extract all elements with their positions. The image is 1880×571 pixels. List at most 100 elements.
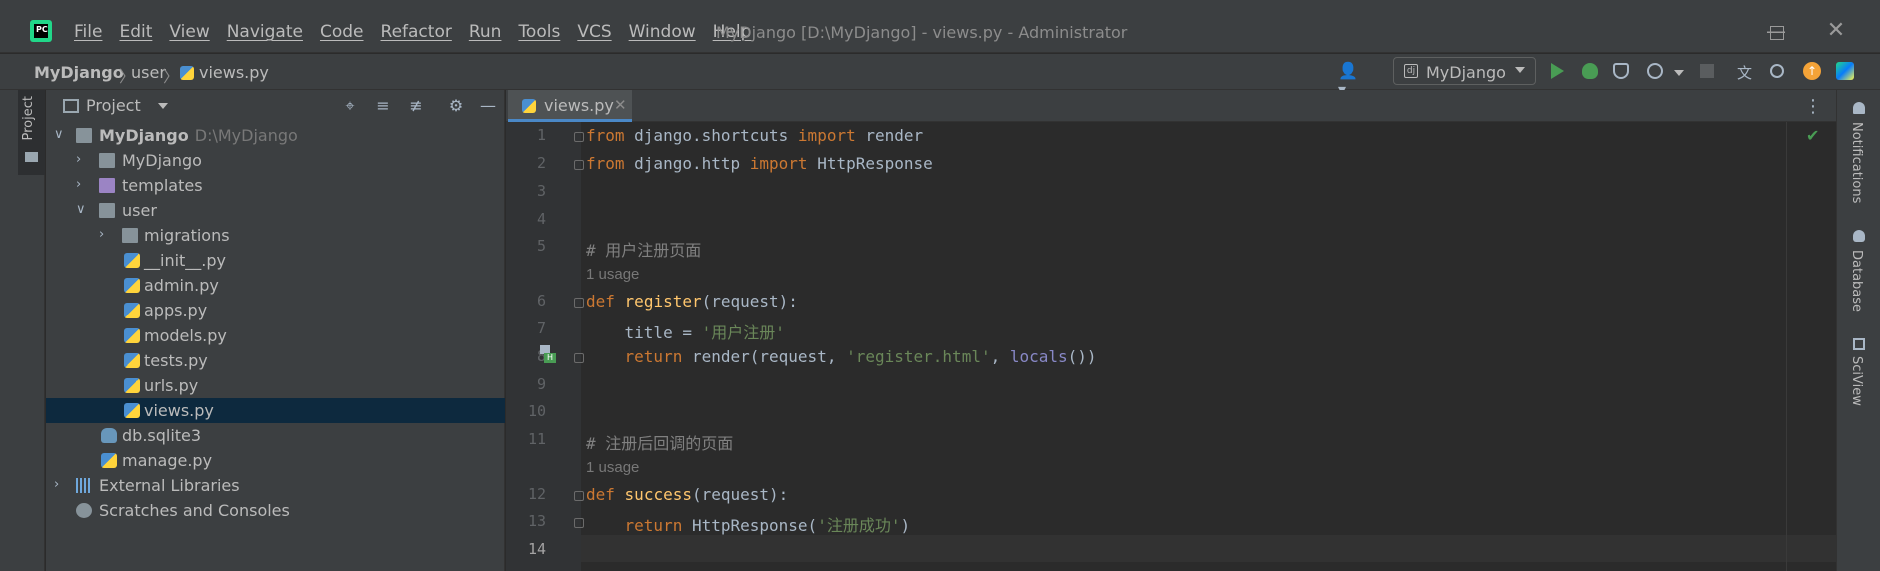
python-file-icon: [124, 403, 140, 418]
window-title: MyDjango [D:\MyDjango] - views.py - Admi…: [716, 23, 1128, 42]
menu-window[interactable]: Window: [629, 22, 696, 42]
python-file-icon: [124, 253, 140, 268]
fold-marker-icon[interactable]: [574, 491, 584, 501]
menu-view[interactable]: View: [169, 22, 209, 42]
chevron-down-icon[interactable]: [158, 103, 168, 109]
project-tool-tab[interactable]: Project: [18, 90, 45, 175]
no-problems-check-icon[interactable]: ✔: [1806, 126, 1819, 145]
python-file-icon: [124, 353, 140, 368]
tree-item-admin-py[interactable]: admin.py: [46, 273, 505, 298]
database-tab[interactable]: Database: [1849, 250, 1864, 312]
close-button[interactable]: ✕: [1823, 18, 1849, 44]
menu-run[interactable]: Run: [469, 22, 502, 42]
run-configuration-select[interactable]: dj MyDjango: [1393, 57, 1536, 85]
debug-icon[interactable]: [1582, 63, 1598, 79]
project-tool-tab-label: Project: [21, 96, 36, 141]
chevron-right-icon[interactable]: ›: [76, 177, 81, 192]
sciview-icon: [1853, 338, 1865, 350]
tree-item-views-py[interactable]: views.py: [46, 398, 505, 423]
gear-icon[interactable]: ⚙: [446, 96, 466, 116]
tree-item-label: tests.py: [144, 351, 208, 370]
user-account-icon[interactable]: 👤▾: [1338, 61, 1360, 99]
editor-tab-views-py[interactable]: views.py ✕: [508, 90, 632, 122]
pycharm-logo-icon: PC: [30, 20, 52, 42]
line-number: 12: [527, 485, 546, 503]
coverage-icon[interactable]: [1613, 63, 1629, 79]
hide-panel-icon[interactable]: —: [478, 96, 498, 116]
tree-item-manage-py[interactable]: manage.py: [46, 448, 505, 473]
chevron-down-icon[interactable]: ∨: [76, 202, 86, 217]
sciview-tab[interactable]: SciView: [1849, 356, 1864, 406]
scratches-icon: [76, 503, 92, 518]
breadcrumb-project[interactable]: MyDjango: [34, 63, 124, 82]
left-edge: [0, 90, 18, 571]
package-folder-icon: [99, 203, 115, 218]
close-tab-icon[interactable]: ✕: [614, 96, 627, 114]
breadcrumb-file[interactable]: views.py: [199, 63, 269, 82]
menu-file[interactable]: File: [74, 22, 102, 42]
fold-marker-icon[interactable]: [574, 298, 584, 308]
project-panel-title[interactable]: Project: [86, 96, 141, 115]
chevron-right-icon[interactable]: ›: [76, 152, 81, 167]
usage-hint[interactable]: 1 usage: [586, 266, 639, 283]
tree-item-scratches[interactable]: Scratches and Consoles: [46, 498, 505, 523]
menu-edit[interactable]: Edit: [119, 22, 152, 42]
breadcrumb-folder[interactable]: user: [131, 63, 166, 82]
profiler-icon[interactable]: [1647, 63, 1663, 79]
expand-all-icon[interactable]: ≡: [373, 96, 393, 116]
update-icon[interactable]: ↑: [1803, 62, 1821, 80]
tree-item-project-root[interactable]: ∨ MyDjango D:\MyDjango: [46, 123, 505, 148]
current-line-highlight: [581, 535, 1836, 562]
tree-item-migrations[interactable]: › migrations: [46, 223, 505, 248]
tree-item-user[interactable]: ∨ user: [46, 198, 505, 223]
menu-vcs[interactable]: VCS: [577, 22, 611, 42]
more-run-options-icon[interactable]: [1674, 70, 1684, 76]
menu-navigate[interactable]: Navigate: [227, 22, 303, 42]
tree-item-models-py[interactable]: models.py: [46, 323, 505, 348]
templates-folder-icon: [99, 178, 115, 193]
tree-item-mydjango-package[interactable]: › MyDjango: [46, 148, 505, 173]
tree-item-apps-py[interactable]: apps.py: [46, 298, 505, 323]
notifications-tab[interactable]: Notifications: [1849, 122, 1864, 203]
chevron-right-icon[interactable]: ›: [54, 477, 59, 492]
menu-code[interactable]: Code: [320, 22, 364, 42]
python-file-icon: [124, 328, 140, 343]
menu-refactor[interactable]: Refactor: [381, 22, 452, 42]
tree-item-init-py[interactable]: __init__.py: [46, 248, 505, 273]
ide-window: PC File Edit View Navigate Code Refactor…: [0, 0, 1880, 571]
jetbrains-toolbox-icon[interactable]: [1836, 62, 1854, 80]
tree-item-urls-py[interactable]: urls.py: [46, 373, 505, 398]
menu-tools[interactable]: Tools: [518, 22, 560, 42]
line-number: 5: [536, 237, 546, 255]
tree-item-label: urls.py: [144, 376, 199, 395]
project-view-icon: [63, 99, 79, 113]
translate-icon[interactable]: 文: [1737, 62, 1759, 84]
tree-item-templates[interactable]: › templates: [46, 173, 505, 198]
locate-file-icon[interactable]: ⌖: [340, 96, 360, 116]
code-editor[interactable]: views.py ✕ ⋮ ✔ 1 2 3 4 5 6 7 8 9 10 11 1…: [506, 90, 1836, 571]
usage-hint[interactable]: 1 usage: [586, 459, 639, 476]
tree-item-tests-py[interactable]: tests.py: [46, 348, 505, 373]
more-options-icon[interactable]: ⋮: [1804, 96, 1822, 117]
stop-icon[interactable]: [1700, 64, 1714, 78]
line-number: 4: [536, 210, 546, 228]
fold-marker-icon[interactable]: [574, 160, 584, 170]
project-panel: Project ⌖ ≡ ≢ ⚙ — ∨ MyDjango D:\MyDjango …: [46, 90, 505, 571]
search-icon[interactable]: [1770, 64, 1784, 78]
fold-marker-icon[interactable]: [574, 132, 584, 142]
tree-item-external-libraries[interactable]: › External Libraries: [46, 473, 505, 498]
chevron-down-icon[interactable]: ∨: [54, 127, 64, 142]
fold-marker-icon[interactable]: [574, 353, 584, 363]
chevron-right-icon[interactable]: ›: [99, 227, 104, 242]
collapse-all-icon[interactable]: ≢: [406, 96, 426, 116]
run-icon[interactable]: [1551, 63, 1564, 79]
line-number: 9: [536, 375, 546, 393]
tree-item-db-sqlite3[interactable]: db.sqlite3: [46, 423, 505, 448]
maximize-button[interactable]: [1770, 26, 1784, 40]
code-line-5: # 用户注册页面: [586, 241, 702, 260]
template-link-icon[interactable]: H: [540, 345, 556, 363]
breadcrumb-separator: 〉: [163, 67, 180, 86]
fold-marker-icon[interactable]: [574, 518, 584, 528]
line-number: 1: [536, 126, 546, 144]
tree-item-label: models.py: [144, 326, 227, 345]
